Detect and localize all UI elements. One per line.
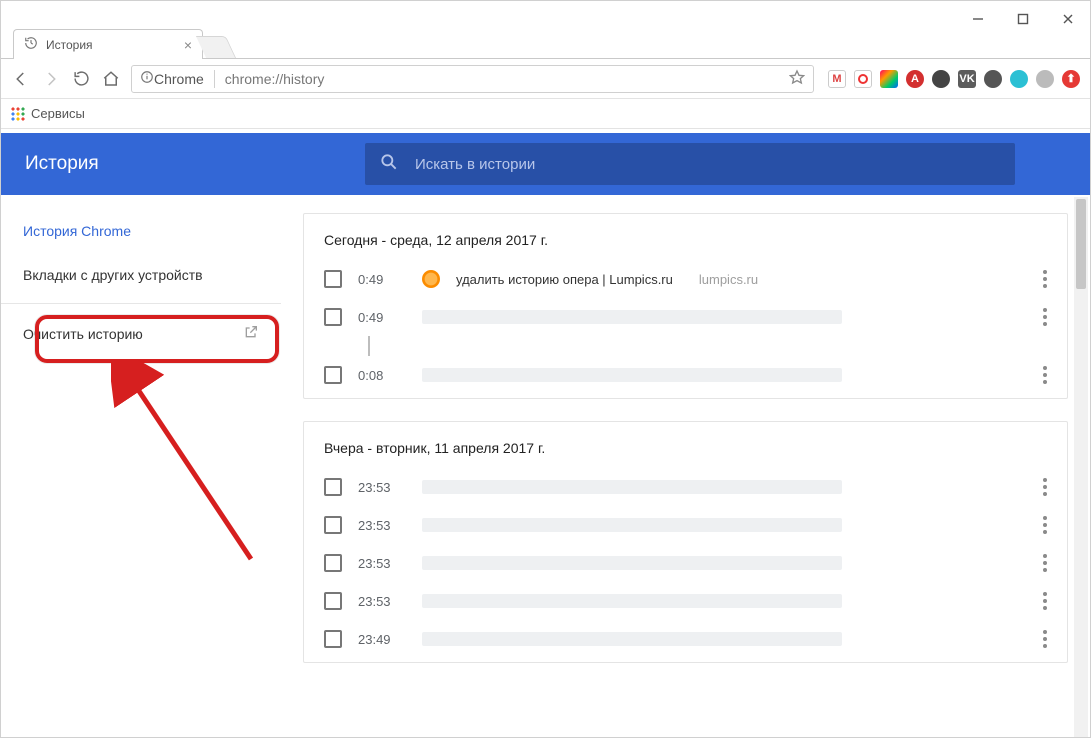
teal-ext-icon[interactable] <box>1010 70 1028 88</box>
history-day-title: Вчера - вторник, 11 апреля 2017 г. <box>304 422 1067 468</box>
tab-strip: История × <box>1 27 1090 59</box>
history-header: История <box>1 133 1090 195</box>
row-menu-button[interactable] <box>1043 308 1047 326</box>
vk-ext-icon[interactable]: VK <box>958 70 976 88</box>
entry-title[interactable]: удалить историю опера | Lumpics.ru <box>456 272 673 287</box>
row-checkbox[interactable] <box>324 630 342 648</box>
redacted-entry <box>422 480 842 494</box>
window-minimize-button[interactable] <box>955 5 1000 33</box>
sidebar-item-clear-history[interactable]: Очистить историю <box>1 310 281 357</box>
history-row[interactable]: 23:53 <box>304 468 1067 506</box>
browser-tab-history[interactable]: История × <box>13 29 203 59</box>
history-day-card: Вчера - вторник, 11 апреля 2017 г. 23:53 2… <box>303 421 1068 663</box>
row-checkbox[interactable] <box>324 478 342 496</box>
redacted-entry <box>422 632 842 646</box>
site-favicon <box>422 270 440 288</box>
history-row[interactable]: 23:53 <box>304 506 1067 544</box>
page-content: История История Chrome Вкладки с других … <box>1 133 1090 737</box>
row-checkbox[interactable] <box>324 366 342 384</box>
tab-close-button[interactable]: × <box>184 37 192 53</box>
extension-icons: M A VK ⬆ <box>824 70 1080 88</box>
row-checkbox[interactable] <box>324 270 342 288</box>
gmail-ext-icon[interactable]: M <box>828 70 846 88</box>
reload-button[interactable] <box>71 69 91 89</box>
page-title: История <box>25 153 365 175</box>
row-time: 23:53 <box>358 518 406 533</box>
address-bar[interactable]: Chrome chrome://history <box>131 65 814 93</box>
row-time: 0:49 <box>358 310 406 325</box>
thread-connector <box>368 336 1067 356</box>
history-row[interactable]: 0:08 <box>304 356 1067 394</box>
history-row[interactable]: 0:49 <box>304 298 1067 336</box>
dark-ext-icon[interactable] <box>932 70 950 88</box>
apps-icon[interactable] <box>11 107 25 121</box>
home-button[interactable] <box>101 69 121 89</box>
redacted-entry <box>422 310 842 324</box>
apps-label[interactable]: Сервисы <box>31 106 85 121</box>
entry-domain: lumpics.ru <box>699 272 758 287</box>
row-menu-button[interactable] <box>1043 554 1047 572</box>
history-row[interactable]: 0:49 удалить историю опера | Lumpics.ru lu… <box>304 260 1067 298</box>
history-icon <box>24 36 38 53</box>
history-search[interactable] <box>365 143 1015 185</box>
opera-ext-icon[interactable] <box>854 70 872 88</box>
row-menu-button[interactable] <box>1043 478 1047 496</box>
sidebar-item-label: Очистить историю <box>23 326 143 342</box>
sidebar-separator <box>1 303 281 304</box>
round-ext-icon[interactable] <box>984 70 1002 88</box>
row-checkbox[interactable] <box>324 592 342 610</box>
row-menu-button[interactable] <box>1043 630 1047 648</box>
history-day-card: Сегодня - среда, 12 апреля 2017 г. 0:49 уд… <box>303 213 1068 399</box>
row-time: 23:53 <box>358 480 406 495</box>
url-text: chrome://history <box>225 71 325 87</box>
history-main: Сегодня - среда, 12 апреля 2017 г. 0:49 уд… <box>281 195 1090 737</box>
colorful-ext-icon[interactable] <box>880 70 898 88</box>
row-time: 0:49 <box>358 272 406 287</box>
row-menu-button[interactable] <box>1043 592 1047 610</box>
origin-chip: Chrome <box>154 71 214 87</box>
row-menu-button[interactable] <box>1043 516 1047 534</box>
search-icon <box>379 152 399 177</box>
redacted-entry <box>422 594 842 608</box>
tab-title: История <box>46 38 93 52</box>
info-icon <box>140 70 154 87</box>
redacted-entry <box>422 518 842 532</box>
row-checkbox[interactable] <box>324 516 342 534</box>
open-external-icon <box>243 324 259 343</box>
sidebar-item-chrome-history[interactable]: История Chrome <box>1 209 281 253</box>
window-maximize-button[interactable] <box>1000 5 1045 33</box>
bookmark-star-icon[interactable] <box>789 69 805 88</box>
history-row[interactable]: 23:53 <box>304 582 1067 620</box>
scrollbar[interactable] <box>1074 197 1088 737</box>
redacted-entry <box>422 368 842 382</box>
bookmarks-bar: Сервисы <box>1 99 1090 129</box>
row-checkbox[interactable] <box>324 308 342 326</box>
omnibox-divider <box>214 70 215 88</box>
window-close-button[interactable] <box>1045 5 1090 33</box>
forward-button[interactable] <box>41 69 61 89</box>
history-row[interactable]: 23:49 <box>304 620 1067 658</box>
row-time: 0:08 <box>358 368 406 383</box>
sidebar-item-label: Вкладки с других устройств <box>23 267 203 283</box>
sidebar-item-other-devices[interactable]: Вкладки с других устройств <box>1 253 281 297</box>
history-row[interactable]: 23:53 <box>304 544 1067 582</box>
row-time: 23:53 <box>358 594 406 609</box>
row-menu-button[interactable] <box>1043 366 1047 384</box>
back-button[interactable] <box>11 69 31 89</box>
adblock-ext-icon[interactable]: A <box>906 70 924 88</box>
grey-ext-icon[interactable] <box>1036 70 1054 88</box>
history-sidebar: История Chrome Вкладки с других устройст… <box>1 195 281 737</box>
browser-toolbar: Chrome chrome://history M A VK ⬆ <box>1 59 1090 99</box>
search-input[interactable] <box>413 155 1001 174</box>
row-menu-button[interactable] <box>1043 270 1047 288</box>
red-ext-icon[interactable]: ⬆ <box>1062 70 1080 88</box>
history-day-title: Сегодня - среда, 12 апреля 2017 г. <box>304 214 1067 260</box>
row-time: 23:49 <box>358 632 406 647</box>
row-checkbox[interactable] <box>324 554 342 572</box>
sidebar-item-label: История Chrome <box>23 223 131 239</box>
row-time: 23:53 <box>358 556 406 571</box>
redacted-entry <box>422 556 842 570</box>
